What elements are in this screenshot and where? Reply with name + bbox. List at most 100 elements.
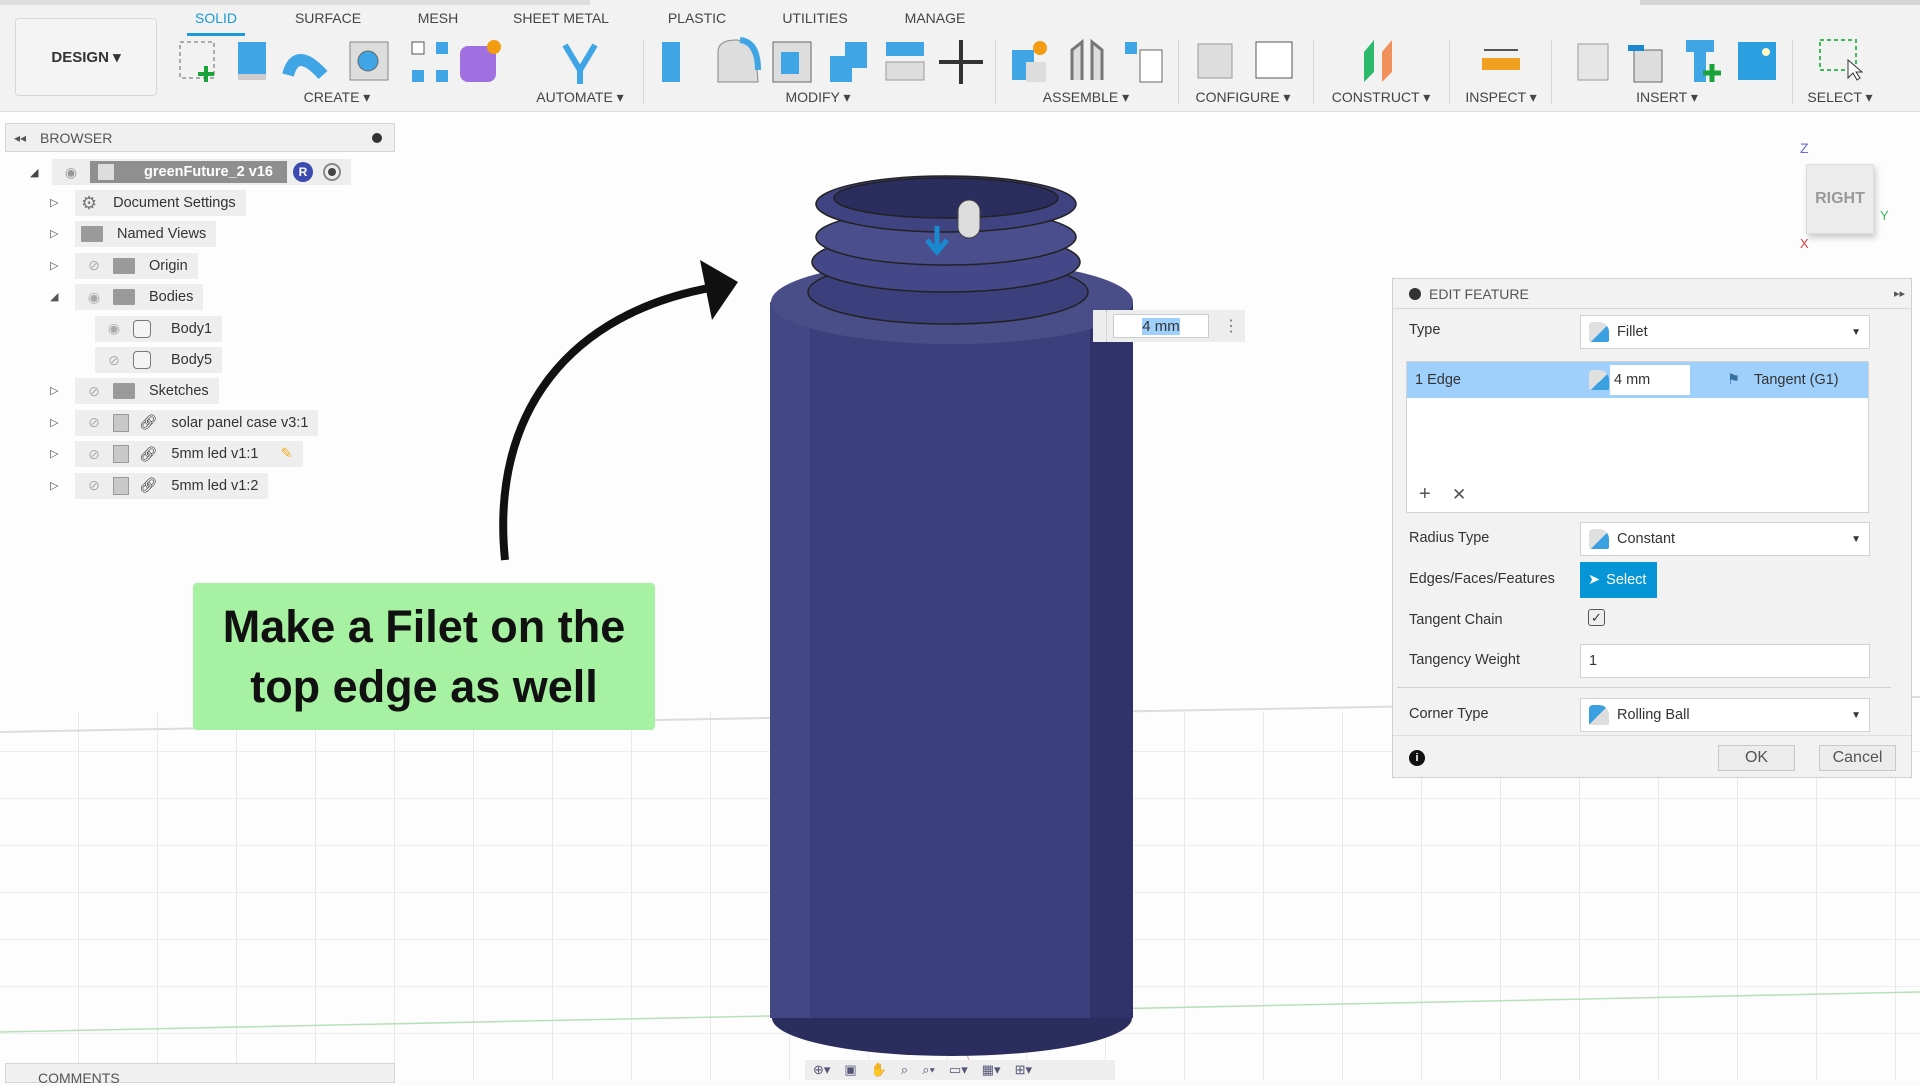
eye-hidden-icon[interactable]: ⊘ — [103, 352, 125, 369]
look-at-icon[interactable]: ▣ — [844, 1062, 856, 1078]
group-configure[interactable]: CONFIGURE ▾ — [1196, 89, 1291, 106]
collapse-icon[interactable] — [1409, 287, 1421, 300]
eye-hidden-icon[interactable]: ⊘ — [83, 446, 105, 463]
drag-grip[interactable] — [1093, 310, 1107, 342]
tangent-chain-checkbox[interactable]: ✓ — [1588, 609, 1605, 626]
browser-item-label: Document Settings — [113, 195, 236, 211]
group-modify[interactable]: MODIFY ▾ — [785, 89, 850, 106]
collapsed-triangle-icon[interactable]: ▷ — [50, 447, 58, 460]
type-dropdown[interactable]: Fillet ▼ — [1580, 315, 1870, 349]
collapsed-triangle-icon[interactable]: ▷ — [50, 479, 58, 492]
select-button[interactable]: ➤ Select — [1580, 562, 1657, 598]
browser-root[interactable]: ◢ ◉ greenFuture_2 v16 R — [30, 159, 351, 185]
bom-icon — [1125, 42, 1163, 83]
radius-icon — [1589, 370, 1609, 390]
group-insert[interactable]: INSERT ▾ — [1636, 89, 1698, 106]
browser-item[interactable]: ▷ ⚙ Document Settings — [50, 190, 246, 216]
axis-x-label: X — [1800, 236, 1809, 251]
group-create[interactable]: CREATE ▾ — [304, 89, 371, 106]
component-icon — [113, 413, 129, 432]
viewports-icon[interactable]: ⊞▾ — [1015, 1062, 1032, 1078]
tangency-weight-input[interactable]: 1 — [1580, 644, 1870, 678]
orbit-icon[interactable]: ⊕▾ — [813, 1062, 830, 1078]
radius-type-dropdown[interactable]: Constant ▼ — [1580, 522, 1870, 556]
viewcube-face-right[interactable]: RIGHT — [1806, 164, 1874, 234]
bottle-body[interactable] — [770, 175, 1133, 1056]
instruction-callout: Make a Filet on the top edge as well — [193, 583, 655, 730]
dialog-header: EDIT FEATURE ▸▸ — [1393, 279, 1911, 309]
link-icon: 🔗︎ — [139, 446, 158, 463]
separator — [995, 40, 996, 104]
group-automate[interactable]: AUTOMATE ▾ — [536, 89, 623, 106]
component-icon — [98, 164, 114, 180]
construct-plane-icon — [1364, 40, 1392, 82]
grid-settings-icon[interactable]: ▦▾ — [982, 1062, 1001, 1078]
browser-item[interactable]: ▷ ⊘ Origin — [50, 252, 198, 279]
browser-item[interactable]: ▷ ⊘ Sketches — [50, 378, 219, 405]
floating-radius-input: 4 mm ⋮ — [1093, 310, 1245, 342]
eye-hidden-icon[interactable]: ⊘ — [83, 414, 105, 431]
expand-icon[interactable]: ▸▸ — [1894, 287, 1905, 300]
ok-button[interactable]: OK — [1718, 745, 1795, 771]
group-assemble[interactable]: ASSEMBLE ▾ — [1043, 89, 1129, 106]
cancel-button[interactable]: Cancel — [1819, 745, 1896, 771]
info-icon[interactable]: i — [1409, 750, 1425, 766]
insert-link-icon — [1628, 45, 1663, 83]
browser-item[interactable]: ▷ Named Views — [50, 221, 217, 248]
collapsed-triangle-icon[interactable]: ▷ — [50, 384, 58, 397]
eye-icon[interactable]: ◉ — [60, 164, 82, 181]
browser-item-label: Origin — [149, 257, 188, 274]
more-options-icon[interactable]: ⋮ — [1223, 316, 1239, 336]
add-icon[interactable]: + — [1419, 483, 1431, 506]
browser-item[interactable]: ⊘ Body5 — [95, 347, 223, 373]
group-select[interactable]: SELECT ▾ — [1807, 89, 1872, 106]
group-construct[interactable]: CONSTRUCT ▾ — [1332, 89, 1431, 106]
edge-row[interactable]: 1 Edge 4 mm ⚑ Tangent (G1) — [1407, 362, 1868, 398]
insert-fastener-icon — [1686, 40, 1721, 82]
browser-item-label: Sketches — [149, 383, 209, 400]
browser-item[interactable]: ▷ ⊘ 🔗︎ solar panel case v3:1 — [50, 409, 319, 436]
collapsed-triangle-icon[interactable]: ▷ — [50, 196, 58, 209]
browser-item[interactable]: ◢ ◉ Bodies — [50, 284, 204, 311]
eye-hidden-icon[interactable]: ⊘ — [83, 383, 105, 400]
display-settings-icon[interactable]: ▭▾ — [949, 1062, 968, 1078]
viewcube[interactable]: Z RIGHT Y X — [1800, 140, 1900, 255]
axis-y-label: Y — [1880, 208, 1889, 223]
configure-icon — [1197, 43, 1233, 79]
pin-icon[interactable] — [372, 132, 382, 143]
browser-item[interactable]: ▷ ⊘ 🔗︎ 5mm led v1:1 ✎ — [50, 441, 303, 468]
browser-item[interactable]: ◉ Body1 — [95, 315, 223, 342]
expanded-triangle-icon[interactable]: ◢ — [50, 290, 58, 303]
hole-icon — [349, 41, 389, 81]
activate-radio-icon[interactable] — [322, 163, 341, 181]
browser-item-label: Body5 — [171, 352, 213, 368]
joint-icon — [1070, 38, 1104, 80]
browser-item[interactable]: ▷ ⊘ 🔗︎ 5mm led v1:2 — [50, 472, 269, 499]
collapsed-triangle-icon[interactable]: ▷ — [50, 416, 58, 429]
pan-icon[interactable]: ✋ — [871, 1062, 887, 1078]
insert-derive-icon — [1577, 43, 1609, 81]
fit-icon[interactable]: ⌕▾ — [922, 1062, 935, 1078]
fillet-icon — [717, 37, 761, 83]
continuity-dropdown[interactable]: Tangent (G1) — [1754, 372, 1839, 388]
collapsed-triangle-icon[interactable]: ▷ — [50, 259, 58, 272]
corner-type-dropdown[interactable]: Rolling Ball ▼ — [1580, 698, 1870, 732]
link-icon: 🔗︎ — [139, 478, 158, 495]
eye-icon[interactable]: ◉ — [103, 320, 125, 337]
folder-icon — [113, 257, 135, 274]
eye-hidden-icon[interactable]: ⊘ — [83, 257, 105, 274]
zoom-icon[interactable]: ⌕ — [901, 1062, 908, 1078]
eye-icon[interactable]: ◉ — [83, 289, 105, 306]
comments-panel[interactable]: COMMENTS — [5, 1063, 395, 1086]
group-inspect[interactable]: INSPECT ▾ — [1465, 89, 1536, 106]
component-icon — [113, 445, 129, 464]
remove-icon[interactable]: ✕ — [1452, 485, 1466, 505]
radius-input[interactable]: 4 mm — [1113, 314, 1209, 338]
collapsed-triangle-icon[interactable]: ▷ — [50, 227, 58, 240]
edge-radius-input[interactable]: 4 mm — [1610, 365, 1690, 395]
expanded-triangle-icon[interactable]: ◢ — [30, 166, 52, 179]
collapse-panel-icon[interactable]: ◂◂ — [14, 131, 26, 145]
rolling-ball-icon — [1589, 705, 1609, 725]
eye-hidden-icon[interactable]: ⊘ — [83, 477, 105, 494]
fillet-icon — [1589, 322, 1609, 342]
